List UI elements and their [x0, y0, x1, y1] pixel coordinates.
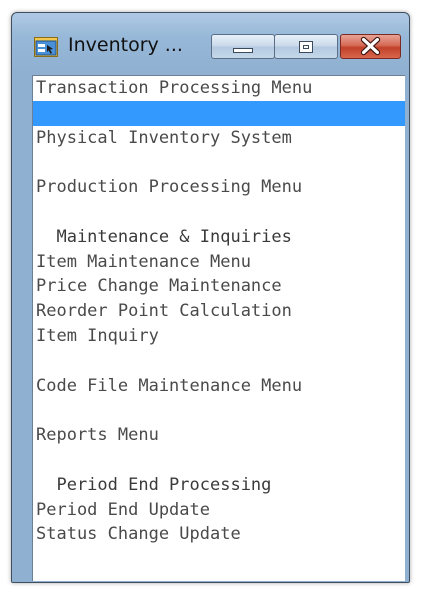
menu-item[interactable]: Reorder Point Calculation — [33, 299, 405, 324]
menu-item[interactable]: Item Maintenance Menu — [33, 250, 405, 275]
menu-item[interactable]: Item Inquiry — [33, 324, 405, 349]
menu-item[interactable]: Period End Update — [33, 498, 405, 523]
window-title: Inventory ... — [68, 34, 183, 56]
menu-blank-line — [33, 150, 405, 175]
menu-item[interactable]: Production Processing Menu — [33, 175, 405, 200]
menu-item[interactable]: Status Change Update — [33, 522, 405, 547]
minimize-icon — [233, 48, 253, 53]
close-button[interactable] — [340, 34, 401, 59]
close-icon — [360, 36, 381, 56]
menu-item[interactable]: Price Change Maintenance — [33, 274, 405, 299]
menu-item[interactable]: Reports Menu — [33, 423, 405, 448]
menu-blank-line — [33, 448, 405, 473]
menu-section-heading: Period End Processing — [36, 474, 272, 495]
menu-blank-line — [33, 398, 405, 423]
maximize-icon — [299, 41, 313, 53]
menu-panel: Transaction Processing Menu Physical Inve… — [32, 75, 405, 581]
minimize-button[interactable] — [211, 34, 275, 59]
menu-blank-line — [33, 200, 405, 225]
inventory-app-icon[interactable] — [34, 37, 58, 57]
inventory-window: Inventory ... Transaction Processing Men… — [11, 12, 410, 583]
menu-list: Transaction Processing Menu Physical Inve… — [33, 76, 405, 547]
menu-item[interactable]: Physical Inventory System — [33, 126, 405, 151]
maximize-button[interactable] — [274, 34, 338, 59]
menu-item-selected[interactable] — [33, 100, 405, 126]
menu-blank-line — [33, 349, 405, 374]
title-bar[interactable]: Inventory ... — [12, 13, 409, 75]
menu-section-heading: Maintenance & Inquiries — [36, 226, 292, 247]
menu-item[interactable]: Transaction Processing Menu — [33, 76, 405, 101]
menu-item[interactable]: Code File Maintenance Menu — [33, 374, 405, 399]
